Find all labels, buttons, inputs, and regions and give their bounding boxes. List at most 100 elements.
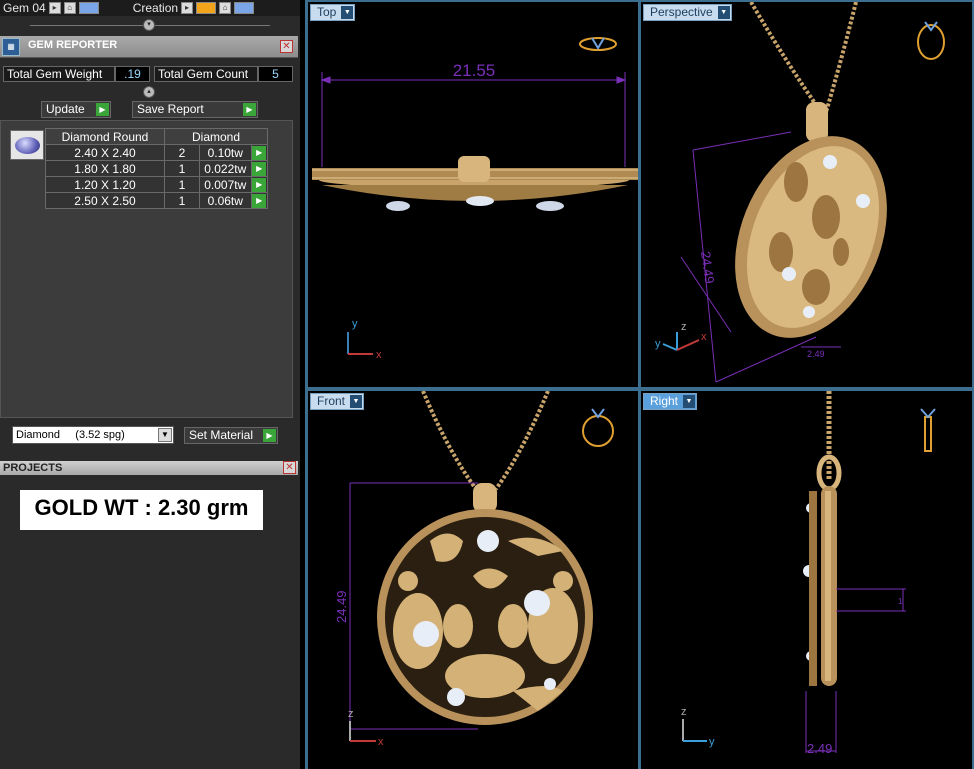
close-icon[interactable]: ✕ [283,461,296,474]
left-panel: Gem 04 ▸ ⌂ Creation ▸ ⌂ ▾ ▦ GEM REPORTER… [0,0,300,769]
gem-count-cell: 1 [163,192,201,209]
row-go-button[interactable]: ▶ [250,144,269,161]
chevron-down-icon[interactable]: ▼ [341,6,354,19]
column-header: Diamond [164,128,268,145]
update-label: Update [46,102,85,116]
table-row: 1.20 X 1.20 1 0.007tw ▶ [45,176,269,193]
layer-color-swatch[interactable] [234,2,255,14]
gem-reporter-header: ▦ GEM REPORTER ✕ [0,36,298,58]
total-gem-weight-label: Total Gem Weight [3,66,115,82]
total-gem-count-label: Total Gem Count [154,66,258,82]
viewport-perspective-label[interactable]: Perspective ▼ [643,4,732,21]
row-go-button[interactable]: ▶ [250,192,269,209]
go-arrow-icon: ▶ [252,145,267,160]
gold-weight-text: GOLD WT : 2.30 grm [34,495,249,520]
projects-title: PROJECTS [3,462,63,474]
chevron-down-icon[interactable]: ▼ [683,395,696,408]
update-button[interactable]: Update ▶ [41,101,111,118]
right-dimension-small: 1 [898,597,903,606]
viewport-top[interactable]: 21.55 y x Top ▼ [308,2,638,387]
perspective-dimension-small: 2.49 [807,349,825,359]
close-icon[interactable]: ✕ [280,40,293,53]
viewport-perspective-title: Perspective [650,5,713,19]
lock-icon[interactable]: ⌂ [63,2,76,14]
gem-weight-cell: 0.022tw [199,160,252,177]
gem-report-area: Diamond Round Diamond 2.40 X 2.40 2 0.10… [0,120,293,418]
axis-y-label: y [709,736,715,748]
axis-z-label: z [681,706,687,718]
material-select[interactable]: Diamond (3.52 spg) ▼ [12,426,174,444]
layer-color-swatch[interactable] [196,2,217,14]
go-arrow-icon: ▶ [96,103,109,116]
gem-reporter-title: GEM REPORTER [28,39,118,51]
front-view-render: 24.49 z x [334,391,614,748]
axis-x-label: x [378,736,384,748]
layer-color-swatch[interactable] [78,2,99,14]
front-dimension-label: 24.49 [334,590,349,623]
chevron-down-icon[interactable]: ▼ [350,395,363,408]
chevron-down-icon[interactable]: ▼ [717,6,730,19]
layer-name-2[interactable]: Creation [133,1,178,15]
table-row: 2.50 X 2.50 1 0.06tw ▶ [45,192,269,209]
save-report-button[interactable]: Save Report ▶ [132,101,258,118]
layer-toolbar: Gem 04 ▸ ⌂ Creation ▸ ⌂ [0,0,300,16]
table-row: 1.80 X 1.80 1 0.022tw ▶ [45,160,269,177]
total-gem-weight-value: .19 [115,66,150,82]
viewport-top-title: Top [317,5,337,19]
viewport-perspective[interactable]: 24.49 2.49 z y x Perspective ▼ [641,2,972,387]
gem-table: Diamond Round Diamond 2.40 X 2.40 2 0.10… [45,128,269,209]
go-arrow-icon: ▶ [263,429,276,442]
projects-header: PROJECTS ✕ [0,461,298,475]
play-icon[interactable]: ▸ [48,2,61,14]
viewport-area: 21.55 y x Top ▼ 24.49 2.49 z y x Perspec… [305,0,974,769]
gem-size-cell: 2.40 X 2.40 [45,144,165,161]
gem-count-cell: 2 [163,144,201,161]
row-go-button[interactable]: ▶ [250,160,269,177]
viewport-right-label[interactable]: Right ▼ [643,393,698,410]
axis-y-label: y [655,338,661,350]
top-view-render: 21.55 y x [312,37,638,361]
gem-weight-cell: 0.007tw [199,176,252,193]
diamond-thumbnail[interactable] [10,130,44,160]
set-material-button[interactable]: Set Material ▶ [184,427,278,444]
viewport-top-label[interactable]: Top ▼ [310,4,356,21]
axis-x-label: x [701,331,707,343]
panel-collapse-bar: ▾ [0,18,300,32]
save-report-label: Save Report [137,102,204,116]
column-header: Diamond Round [45,128,165,145]
set-material-label: Set Material [189,428,254,442]
collapse-button[interactable]: ▴ [143,86,155,98]
viewport-right[interactable]: 1 2.49 z y Right ▼ [641,391,972,769]
perspective-dimension-label: 24.49 [698,250,717,284]
gem-size-cell: 1.80 X 1.80 [45,160,165,177]
gem-weight-cell: 0.10tw [199,144,252,161]
table-row: 2.40 X 2.40 2 0.10tw ▶ [45,144,269,161]
layer-name-1[interactable]: Gem 04 [3,1,46,15]
gem-count-cell: 1 [163,176,201,193]
axis-z-label: z [348,708,354,720]
gem-weight-cell: 0.06tw [199,192,252,209]
top-dimension-label: 21.55 [453,61,496,80]
go-arrow-icon: ▶ [252,177,267,192]
perspective-view-render: 24.49 2.49 z y x [655,2,945,383]
chevron-down-icon: ▼ [158,428,172,442]
viewport-front[interactable]: 24.49 z x Front ▼ [308,391,638,769]
total-gem-count-value: 5 [258,66,293,82]
axis-z-label: z [681,321,687,333]
axis-y-label: y [352,318,358,330]
go-arrow-icon: ▶ [252,193,267,208]
gem-size-cell: 1.20 X 1.20 [45,176,165,193]
go-arrow-icon: ▶ [252,161,267,176]
play-icon[interactable]: ▸ [181,2,194,14]
lock-icon[interactable]: ⌂ [219,2,232,14]
viewport-right-title: Right [650,394,679,408]
viewport-front-label[interactable]: Front ▼ [310,393,365,410]
row-go-button[interactable]: ▶ [250,176,269,193]
gem-size-cell: 2.50 X 2.50 [45,192,165,209]
right-view-render: 1 2.49 z y [681,391,936,756]
diamond-icon [15,137,40,154]
right-dimension-label: 2.49 [807,741,832,756]
go-arrow-icon: ▶ [243,103,256,116]
collapse-button[interactable]: ▾ [143,19,155,31]
axis-x-label: x [376,349,382,361]
